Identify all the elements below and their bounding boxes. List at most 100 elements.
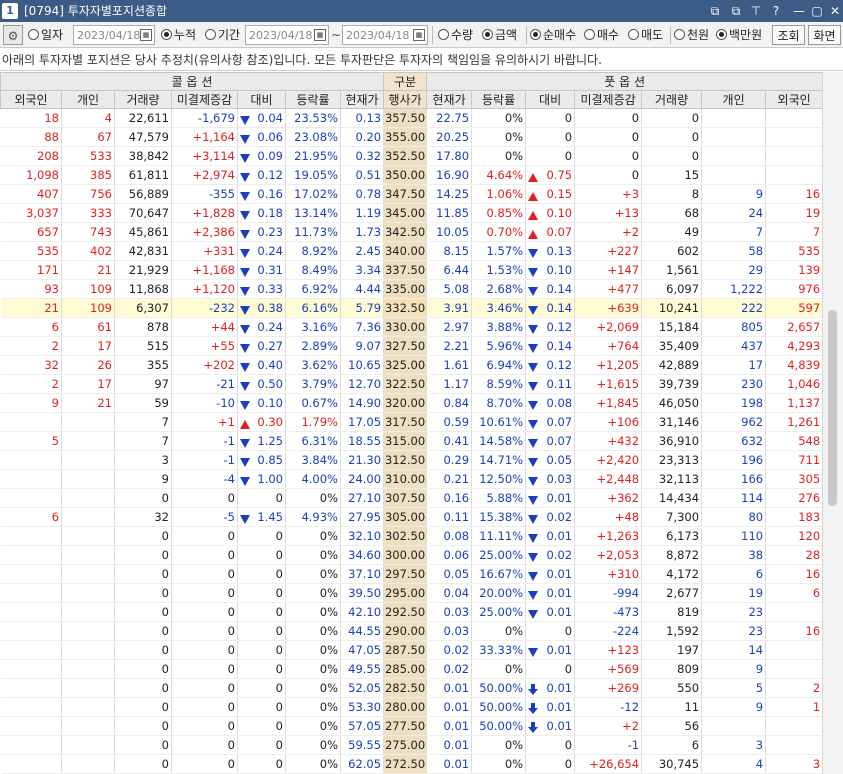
query-button[interactable]: 조회	[772, 25, 805, 45]
radio-circle[interactable]	[438, 29, 449, 40]
put-change-cell: 0.01	[525, 526, 576, 546]
column-header[interactable]: 행사가	[383, 90, 428, 109]
table-row[interactable]: 535 402 42,831 +331 0.24 8.92% 2.45 340.00 8.15 1…	[0, 241, 824, 261]
table-row[interactable]: 0 0 0 0% 62.05 272.50 0.01 0% 0 +26,654 30,745 4 3	[0, 754, 824, 774]
screen-button[interactable]: 화면	[808, 25, 841, 45]
column-header[interactable]: 외국인	[765, 90, 824, 109]
table-row[interactable]: 0 0 0 0% 42.10 292.50 0.03 25.00% 0.01 -473 819 23	[0, 602, 824, 622]
table-row[interactable]: 1,098 385 61,811 +2,974 0.12 19.05% 0.51 350.00…	[0, 165, 824, 185]
radio-circle[interactable]	[716, 29, 727, 40]
radio-period[interactable]: 기간	[205, 25, 247, 45]
table-row[interactable]: 3,037 333 70,647 +1,828 0.18 13.14% 1.19 345.00…	[0, 203, 824, 223]
table-row[interactable]: 0 0 0 0% 47.05 287.50 0.02 33.33% 0.01 +123 197 14	[0, 640, 824, 660]
radio-amount[interactable]: 금액	[482, 25, 526, 45]
scrollbar-thumb[interactable]	[828, 310, 837, 506]
copy-window-icon[interactable]: ⧉	[727, 2, 745, 20]
gear-icon[interactable]: ⚙	[3, 25, 23, 45]
table-row[interactable]: 5 7 -1 1.25 6.31% 18.55 315.00 0.41 14.58% 0.07 +4…	[0, 431, 824, 451]
radio-circle[interactable]	[674, 29, 685, 40]
vertical-scrollbar[interactable]	[822, 72, 843, 774]
radio-million-won[interactable]: 백만원	[716, 25, 770, 45]
table-row[interactable]: 88 67 47,579 +1,164 0.06 23.08% 0.20 355.00 20.2…	[0, 127, 824, 147]
radio-circle[interactable]	[161, 29, 172, 40]
link-icon[interactable]: ⧉	[706, 2, 724, 20]
column-header[interactable]: 현재가	[339, 90, 385, 109]
pin-icon[interactable]: ⊤	[747, 2, 765, 20]
column-header[interactable]: 등락률	[285, 90, 341, 109]
column-header[interactable]: 현재가	[426, 90, 473, 109]
table-row[interactable]: 0 0 0 0% 59.55 275.00 0.01 0% 0 -1 6 3	[0, 735, 824, 755]
table-row[interactable]: 407 756 56,889 -355 0.16 17.02% 0.78 347.50 14.2…	[0, 184, 824, 204]
put-oi-change-cell: +1,263	[574, 526, 643, 546]
radio-netbuy[interactable]: 순매수	[530, 25, 584, 45]
table-row[interactable]: 9 21 59 -10 0.10 0.67% 14.90 320.00 0.84 8.70% 0.0…	[0, 393, 824, 413]
table-row[interactable]: 0 0 0 0% 44.55 290.00 0.03 0% 0 -224 1,592 23 16	[0, 621, 824, 641]
table-row[interactable]: 2 17 97 -21 0.50 3.79% 12.70 322.50 1.17 8.59% 0.1…	[0, 374, 824, 394]
call-individual-cell	[61, 602, 115, 622]
radio-circle[interactable]	[628, 29, 639, 40]
radio-thousand-won[interactable]: 천원	[674, 25, 716, 45]
radio-circle[interactable]	[28, 29, 39, 40]
calendar-icon[interactable]: ▦	[314, 29, 326, 41]
call-oi-change-cell: +1,164	[171, 127, 238, 147]
radio-circle[interactable]	[482, 29, 493, 40]
column-header[interactable]: 거래량	[641, 90, 703, 109]
column-header[interactable]: 개인	[61, 90, 115, 109]
table-row[interactable]: 0 0 0 0% 57.05 277.50 0.01 50.00% 0.01 +2 56	[0, 716, 824, 736]
table-row[interactable]: 208 533 38,842 +3,114 0.09 21.95% 0.32 352.50 17…	[0, 146, 824, 166]
call-foreign-cell: 21	[0, 298, 62, 318]
table-row[interactable]: 3 -1 0.85 3.84% 21.30 312.50 0.29 14.71% 0.05 +2,…	[0, 450, 824, 470]
call-rate-cell: 0%	[285, 526, 341, 546]
radio-circle[interactable]	[530, 29, 541, 40]
radio-circle[interactable]	[205, 29, 216, 40]
table-row[interactable]: 9 -4 1.00 4.00% 24.00 310.00 0.21 12.50% 0.03 +2,…	[0, 469, 824, 489]
calendar-icon[interactable]: ▦	[140, 29, 152, 41]
table-row[interactable]: 18 4 22,611 -1,679 0.04 23.53% 0.13 357.50 22.75…	[0, 108, 824, 128]
put-oi-change-cell: +123	[574, 640, 643, 660]
table-row[interactable]: 0 0 0 0% 39.50 295.00 0.04 20.00% 0.01 -994 2,677 1…	[0, 583, 824, 603]
table-row[interactable]: 21 109 6,307 -232 0.38 6.16% 5.79 332.50 3.91 3.4…	[0, 298, 824, 318]
date-input-value: 2023/04/18	[77, 29, 141, 42]
calendar-icon[interactable]: ▦	[413, 29, 425, 41]
maximize-icon[interactable]: ▢	[808, 2, 826, 20]
call-oi-change-cell: +1,168	[171, 260, 238, 280]
column-header[interactable]: 미결제증감	[171, 90, 238, 109]
table-row[interactable]: 0 0 0 0% 53.30 280.00 0.01 50.00% 0.01 -12 11 9 1	[0, 697, 824, 717]
table-row[interactable]: 0 0 0 0% 49.55 285.00 0.02 0% 0 +569 809 9	[0, 659, 824, 679]
radio-date[interactable]: 일자	[28, 25, 70, 45]
column-header[interactable]: 대비	[237, 90, 286, 109]
date-input[interactable]: 2023/04/18 ▦	[73, 25, 155, 45]
close-icon[interactable]: ✕	[826, 2, 843, 20]
table-row[interactable]: 93 109 11,868 +1,120 0.33 6.92% 4.44 335.00 5.08…	[0, 279, 824, 299]
call-change-cell: 0.12	[237, 165, 286, 185]
call-foreign-cell	[0, 526, 62, 546]
table-row[interactable]: 0 0 0 0% 34.60 300.00 0.06 25.00% 0.02 +2,053 8,87…	[0, 545, 824, 565]
table-row[interactable]: 2 17 515 +55 0.27 2.89% 9.07 327.50 2.21 5.96% 0.1…	[0, 336, 824, 356]
table-row[interactable]: 6 32 -5 1.45 4.93% 27.95 305.00 0.11 15.38% 0.02 +…	[0, 507, 824, 527]
date-from-input[interactable]: 2023/04/18 ▦	[245, 25, 329, 45]
minimize-icon[interactable]: —	[790, 2, 808, 20]
column-header[interactable]: 미결제증감	[574, 90, 643, 109]
column-header[interactable]: 등락률	[471, 90, 527, 109]
radio-sell[interactable]: 매도	[628, 25, 668, 45]
radio-quantity[interactable]: 수량	[438, 25, 482, 45]
radio-circle[interactable]	[584, 29, 595, 40]
table-row[interactable]: 32 26 355 +202 0.40 3.62% 10.65 325.00 1.61 6.94%…	[0, 355, 824, 375]
radio-buy[interactable]: 매수	[584, 25, 626, 45]
table-row[interactable]: 0 0 0 0% 32.10 302.50 0.08 11.11% 0.01 +1,263 6,17…	[0, 526, 824, 546]
column-header[interactable]: 개인	[701, 90, 767, 109]
table-row[interactable]: 7 +1 0.30 1.79% 17.05 317.50 0.59 10.61% 0.07 +10…	[0, 412, 824, 432]
table-row[interactable]: 657 743 45,861 +2,386 0.23 11.73% 1.73 342.50 10…	[0, 222, 824, 242]
table-row[interactable]: 0 0 0 0% 27.10 307.50 0.16 5.88% 0.01 +362 14,434 1…	[0, 488, 824, 508]
date-to-input[interactable]: 2023/04/18 ▦	[342, 25, 428, 45]
radio-cumulative[interactable]: 누적	[161, 25, 205, 45]
table-row[interactable]: 6 61 878 +44 0.24 3.16% 7.36 330.00 2.97 3.88% 0.1…	[0, 317, 824, 337]
column-header[interactable]: 대비	[525, 90, 576, 109]
table-row[interactable]: 0 0 0 0% 37.10 297.50 0.05 16.67% 0.01 +310 4,172 6…	[0, 564, 824, 584]
column-header[interactable]: 외국인	[0, 90, 62, 109]
column-header[interactable]: 거래량	[114, 90, 172, 109]
table-row[interactable]: 171 21 21,929 +1,168 0.31 8.49% 3.34 337.50 6.44…	[0, 260, 824, 280]
put-volume-cell: 30,745	[641, 754, 703, 774]
table-row[interactable]: 0 0 0 0% 52.05 282.50 0.01 50.00% 0.01 +269 550 5 2	[0, 678, 824, 698]
help-icon[interactable]: ?	[767, 2, 785, 20]
